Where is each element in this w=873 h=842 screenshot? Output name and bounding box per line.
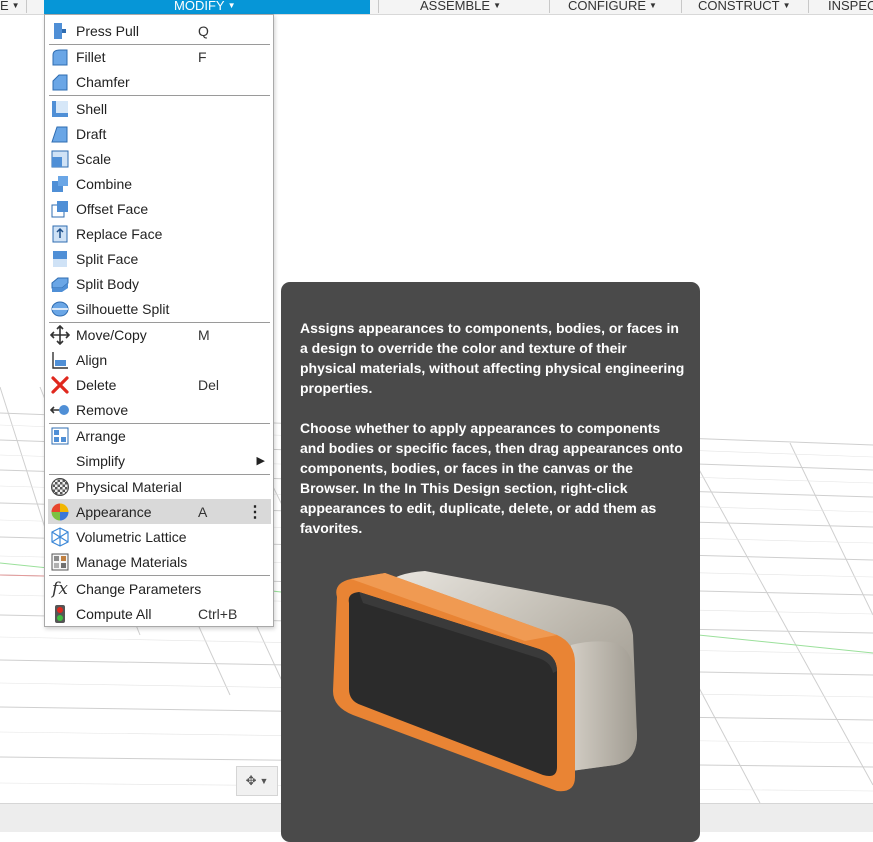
toolbar-tab-inspect[interactable]: INSPEC — [828, 0, 873, 14]
toolbar-tab-configure[interactable]: CONFIGURE ▼ — [568, 0, 657, 14]
caret-down-icon: ▼ — [227, 0, 236, 10]
menu-item-silhouette-split[interactable]: Silhouette Split — [48, 296, 271, 321]
split-face-icon — [50, 249, 70, 269]
menu-item-replace-face[interactable]: Replace Face — [48, 221, 271, 246]
arrange-icon — [50, 426, 70, 446]
menu-item-split-face[interactable]: Split Face — [48, 246, 271, 271]
chamfer-icon — [50, 72, 70, 92]
manage-materials-icon — [50, 552, 70, 572]
orbit-icon: ✥ — [245, 773, 257, 788]
volumetric-lattice-icon — [50, 526, 70, 547]
menu-item-split-body[interactable]: Split Body — [48, 271, 271, 296]
delete-icon — [50, 375, 70, 395]
toolbar-divider — [808, 0, 809, 13]
menu-item-scale[interactable]: Scale — [48, 146, 271, 171]
scale-icon — [50, 149, 70, 169]
toolbar-divider — [549, 0, 550, 13]
toolbar-divider — [681, 0, 682, 13]
toolbar-divider — [378, 0, 379, 13]
press-pull-icon — [50, 21, 70, 41]
toolbar-divider — [26, 0, 27, 13]
align-icon — [50, 350, 70, 370]
menu-item-offset-face[interactable]: Offset Face — [48, 196, 271, 221]
offset-face-icon — [50, 199, 70, 219]
move-copy-icon — [50, 324, 70, 345]
menu-item-chamfer[interactable]: Chamfer — [48, 69, 271, 94]
submenu-arrow-icon: ▶ — [256, 455, 265, 467]
shell-icon — [50, 99, 70, 119]
menu-item-align[interactable]: Align — [48, 347, 271, 372]
replace-face-icon — [50, 224, 70, 244]
split-body-icon — [50, 274, 70, 294]
function-fx-icon: fx — [52, 578, 68, 599]
remove-icon — [50, 400, 70, 420]
appearance-icon — [50, 502, 70, 522]
menu-item-appearance[interactable]: Appearance A ⋮ — [48, 499, 271, 524]
compute-all-icon — [50, 604, 70, 624]
menu-item-combine[interactable]: Combine — [48, 171, 271, 196]
toolbar-tab-modify[interactable]: MODIFY ▼ — [44, 0, 370, 14]
menu-item-draft[interactable]: Draft — [48, 121, 271, 146]
modify-label: MODIFY — [174, 0, 225, 13]
menu-item-physical-material[interactable]: Physical Material — [48, 474, 271, 499]
menu-item-shell[interactable]: Shell — [48, 96, 271, 121]
tooltip-instructions: Choose whether to apply appearances to c… — [300, 420, 683, 536]
appearance-tooltip: Assigns appearances to components, bodie… — [281, 282, 700, 842]
draft-icon — [50, 124, 70, 144]
toolbar-tab-assemble[interactable]: ASSEMBLE ▼ — [420, 0, 501, 14]
caret-down-icon: ▼ — [259, 776, 269, 786]
menu-item-fillet[interactable]: Fillet F — [48, 44, 271, 69]
menu-item-simplify[interactable]: Simplify ▶ — [48, 448, 271, 473]
toolbar-tab-left[interactable]: E ▼ — [0, 0, 20, 14]
top-toolbar: E ▼ MODIFY ▼ ASSEMBLE ▼ CONFIGURE ▼ CONSTRUC… — [0, 0, 873, 15]
menu-item-volumetric-lattice[interactable]: Volumetric Lattice — [48, 524, 271, 549]
caret-down-icon: ▼ — [649, 0, 657, 10]
navigation-orbit-widget[interactable]: ✥ ▼ — [236, 766, 278, 796]
menu-item-manage-materials[interactable]: Manage Materials — [48, 549, 271, 574]
menu-item-compute-all[interactable]: Compute All Ctrl+B — [48, 601, 271, 626]
fillet-icon — [50, 47, 70, 67]
caret-down-icon: ▼ — [11, 0, 20, 10]
caret-down-icon: ▼ — [782, 0, 791, 10]
tooltip-description: Assigns appearances to components, bodie… — [300, 320, 685, 396]
menu-item-delete[interactable]: Delete Del — [48, 372, 271, 397]
modify-dropdown-menu: Press Pull Q Fillet F Chamfer Shell Draf… — [44, 14, 274, 627]
menu-item-change-parameters[interactable]: fx Change Parameters — [48, 576, 271, 601]
menu-item-remove[interactable]: Remove — [48, 397, 271, 422]
more-options-icon[interactable]: ⋮ — [247, 502, 263, 522]
toolbar-tab-construct[interactable]: CONSTRUCT ▼ — [698, 0, 791, 14]
silhouette-split-icon — [50, 299, 70, 319]
menu-item-arrange[interactable]: Arrange — [48, 423, 271, 448]
physical-material-icon — [50, 477, 70, 497]
menu-item-press-pull[interactable]: Press Pull Q — [48, 18, 271, 43]
menu-item-move-copy[interactable]: Move/Copy M — [48, 322, 271, 347]
appearance-illustration — [333, 571, 637, 792]
caret-down-icon: ▼ — [493, 0, 502, 10]
combine-icon — [50, 174, 70, 194]
